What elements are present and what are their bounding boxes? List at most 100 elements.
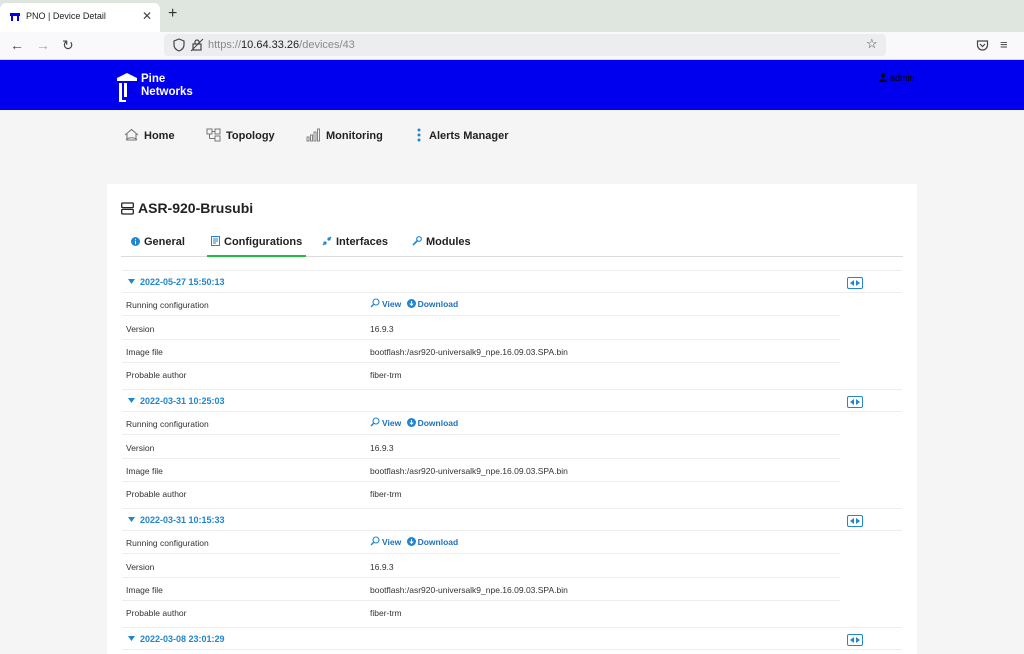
compare-toggle-button[interactable] xyxy=(847,396,863,408)
image-file-row: Image file bootflash:/asr920-universalk9… xyxy=(122,578,840,601)
arrows-left-right-icon xyxy=(850,518,860,524)
compare-toggle-button[interactable] xyxy=(847,634,863,646)
menu-item-topology[interactable]: Topology xyxy=(206,128,275,142)
row-label: Probable author xyxy=(126,608,187,618)
config-section-header[interactable]: 2022-03-31 10:25:03 xyxy=(122,389,902,412)
download-link[interactable]: Download xyxy=(406,299,458,309)
config-date: 2022-05-27 15:50:13 xyxy=(140,277,225,287)
tab-configurations[interactable]: Configurations xyxy=(207,236,307,257)
info-icon xyxy=(131,237,140,246)
interfaces-icon xyxy=(322,236,332,246)
image-file-value: bootflash:/asr920-universalk9_npe.16.09.… xyxy=(370,585,568,595)
row-label: Version xyxy=(126,324,155,334)
topology-icon xyxy=(206,128,221,142)
config-section-header[interactable]: 2022-03-31 10:15:33 xyxy=(122,508,902,531)
config-date: 2022-03-31 10:15:33 xyxy=(140,515,225,525)
arrows-left-right-icon xyxy=(850,399,860,405)
running-config-row: Running configuration View Download xyxy=(122,412,840,435)
download-link[interactable]: Download xyxy=(406,418,458,428)
row-label: Version xyxy=(126,443,155,453)
shield-icon xyxy=(173,38,185,52)
tab-title: PNO | Device Detail xyxy=(26,11,106,21)
tab-interfaces[interactable]: Interfaces xyxy=(322,236,388,255)
app-header: Pine Networks admin xyxy=(0,60,1024,110)
row-label: Running configuration xyxy=(126,419,209,429)
caret-down-icon xyxy=(128,398,135,403)
version-value: 16.9.3 xyxy=(370,562,394,572)
monitoring-icon xyxy=(306,128,320,142)
pocket-icon[interactable] xyxy=(976,39,989,52)
row-label: Image file xyxy=(126,585,163,595)
config-date: 2022-03-08 23:01:29 xyxy=(140,634,225,644)
caret-down-icon xyxy=(128,279,135,284)
magnifier-icon xyxy=(370,417,380,427)
compare-toggle-button[interactable] xyxy=(847,515,863,527)
image-file-value: bootflash:/asr920-universalk9_npe.16.09.… xyxy=(370,466,568,476)
config-section-header[interactable]: 2022-05-27 15:50:13 xyxy=(122,270,902,293)
author-row: Probable author fiber-trm xyxy=(122,601,840,624)
version-row: Version 16.9.3 xyxy=(122,555,840,578)
row-label: Version xyxy=(126,562,155,572)
row-label: Probable author xyxy=(126,370,187,380)
row-actions: View Download xyxy=(370,417,458,428)
url-bar[interactable]: https://10.64.33.26/devices/43 ☆ xyxy=(164,34,886,56)
view-link[interactable]: View xyxy=(370,417,401,428)
version-row: Version 16.9.3 xyxy=(122,317,840,340)
image-file-value: bootflash:/asr920-universalk9_npe.16.09.… xyxy=(370,347,568,357)
user-name: admin xyxy=(890,73,915,83)
device-tabs: General Configurations Interfaces Module… xyxy=(121,232,903,257)
download-icon xyxy=(406,537,416,546)
view-link[interactable]: View xyxy=(370,298,401,309)
view-link[interactable]: View xyxy=(370,536,401,547)
row-label: Running configuration xyxy=(126,300,209,310)
menu-item-monitoring[interactable]: Monitoring xyxy=(306,128,383,142)
download-icon xyxy=(406,418,416,427)
version-value: 16.9.3 xyxy=(370,443,394,453)
forward-icon[interactable]: → xyxy=(36,37,50,53)
magnifier-icon xyxy=(370,536,380,546)
user-menu[interactable]: admin xyxy=(879,73,915,83)
author-value: fiber-trm xyxy=(370,608,402,618)
config-section-header[interactable]: 2022-03-08 23:01:29 xyxy=(122,627,902,650)
back-icon[interactable]: ← xyxy=(10,37,24,53)
lock-icon xyxy=(190,38,204,52)
reload-icon[interactable]: ↻ xyxy=(62,37,74,54)
download-icon xyxy=(406,299,416,308)
home-icon xyxy=(124,128,139,141)
browser-navbar: ← → ↻ https://10.64.33.26/devices/43 ☆ ≡ xyxy=(0,32,1024,60)
browser-tabstrip: PNO | Device Detail ✕ + xyxy=(0,0,1024,32)
tab-general[interactable]: General xyxy=(131,236,185,255)
image-file-row: Image file bootflash:/asr920-universalk9… xyxy=(122,459,840,482)
magnifier-icon xyxy=(370,298,380,308)
row-label: Running configuration xyxy=(126,538,209,548)
author-value: fiber-trm xyxy=(370,370,402,380)
pine-networks-logo-icon xyxy=(117,73,137,102)
brand-name: Pine Networks xyxy=(141,73,193,98)
download-link[interactable]: Download xyxy=(406,537,458,547)
config-icon xyxy=(211,236,220,246)
running-config-row: Running configuration View Download xyxy=(122,531,840,554)
hamburger-menu-icon[interactable]: ≡ xyxy=(1000,37,1008,52)
tab-modules[interactable]: Modules xyxy=(412,236,471,255)
browser-tab[interactable]: PNO | Device Detail ✕ xyxy=(0,3,160,32)
new-tab-icon[interactable]: + xyxy=(168,5,177,23)
row-actions: View Download xyxy=(370,536,458,547)
compare-toggle-button[interactable] xyxy=(847,277,863,289)
row-label: Probable author xyxy=(126,489,187,499)
row-label: Image file xyxy=(126,466,163,476)
favicon-icon xyxy=(10,13,20,21)
row-label: Image file xyxy=(126,347,163,357)
author-value: fiber-trm xyxy=(370,489,402,499)
close-tab-icon[interactable]: ✕ xyxy=(142,9,152,23)
user-icon xyxy=(879,73,887,82)
config-date: 2022-03-31 10:25:03 xyxy=(140,396,225,406)
device-card: ASR-920-Brusubi General Configurations I… xyxy=(107,184,917,654)
menu-item-alerts-manager[interactable]: Alerts Manager xyxy=(414,128,508,142)
menu-item-home[interactable]: Home xyxy=(124,128,175,142)
caret-down-icon xyxy=(128,517,135,522)
arrows-left-right-icon xyxy=(850,637,860,643)
row-actions: View Download xyxy=(370,298,458,309)
bookmark-star-icon[interactable]: ☆ xyxy=(866,36,878,52)
url-text: https://10.64.33.26/devices/43 xyxy=(208,39,355,51)
alerts-icon xyxy=(417,128,421,142)
